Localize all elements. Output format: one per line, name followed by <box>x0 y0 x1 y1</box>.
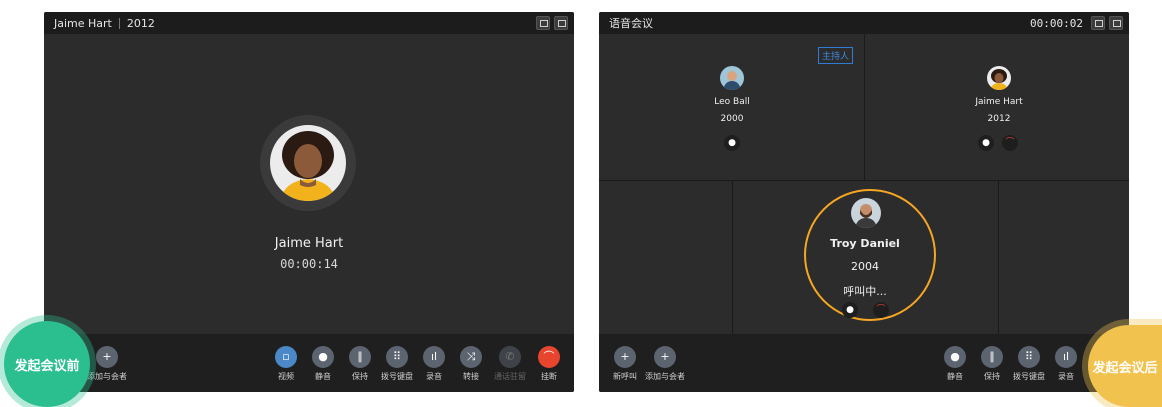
mute-button[interactable]: ● 静音 <box>935 346 975 382</box>
microphone-icon[interactable]: ● <box>978 135 994 151</box>
dialpad-icon: ⠿ <box>386 346 408 368</box>
tool-label: 添加与会者 <box>645 372 685 381</box>
participant-avatar <box>720 66 744 90</box>
waveform-icon: ıl <box>423 346 445 368</box>
participant-avatar <box>987 66 1011 90</box>
add-person-icon: + <box>654 346 676 368</box>
fullscreen-icon[interactable] <box>1109 16 1123 30</box>
call-toolbar: + 新呼叫 + 添加与会者 ● 静音 ∥ 保持 ⠿ 拨号键盘 ıl 录音 <box>599 334 1129 392</box>
title-bar: 语音会议 00:00:02 <box>599 12 1129 34</box>
mute-button[interactable]: ● 静音 <box>303 346 343 382</box>
dialpad-button[interactable]: ⠿ 拨号键盘 <box>1009 346 1049 382</box>
add-participant-button[interactable]: + 添加与会者 <box>645 346 685 382</box>
tool-label: 拨号键盘 <box>1013 372 1045 381</box>
tool-label: 录音 <box>1058 372 1074 381</box>
conference-window-after: 语音会议 00:00:02 主持人 Leo Ball 2000 ● Jaime … <box>599 12 1129 392</box>
pause-icon: ∥ <box>349 346 371 368</box>
grid-divider <box>998 180 999 334</box>
tool-label: 挂断 <box>541 372 557 381</box>
title-name: Jaime Hart <box>54 16 112 30</box>
plus-icon: + <box>614 346 636 368</box>
new-call-button[interactable]: + 新呼叫 <box>605 346 645 382</box>
tool-label: 保持 <box>984 372 1000 381</box>
call-toolbar: + 添加与会者 ▫ 视频 ● 静音 ∥ 保持 ⠿ 拨号键盘 ıl 录音 ⤨ 转接… <box>44 334 574 392</box>
conference-title: 语音会议 <box>609 17 653 30</box>
hang-up-icon: ⌒ <box>538 346 560 368</box>
microphone-icon: ● <box>944 346 966 368</box>
participant-extension: 2000 <box>720 114 744 124</box>
conference-timer: 00:00:02 <box>1030 16 1083 30</box>
hang-up-button[interactable]: ⌒ 挂断 <box>529 346 569 382</box>
waveform-icon: ıl <box>1055 346 1077 368</box>
tool-label: 视频 <box>278 372 294 381</box>
hang-up-icon[interactable]: ⌒ <box>1002 135 1018 151</box>
participant-extension: 2012 <box>987 114 1011 124</box>
participant-name: Troy Daniel <box>830 237 900 250</box>
tool-label: 静音 <box>947 372 963 381</box>
grid-divider <box>732 180 733 334</box>
title-extension: 2012 <box>126 16 155 30</box>
tool-label: 拨号键盘 <box>381 372 413 381</box>
transfer-icon: ⤨ <box>460 346 482 368</box>
microphone-icon[interactable]: ● <box>842 302 858 318</box>
tool-label: 录音 <box>426 372 442 381</box>
host-badge: 主持人 <box>818 47 854 64</box>
call-window-before: Jaime Hart 2012 Jaime Hart 00:00:14 + 添加… <box>44 12 574 392</box>
participant-name: Leo Ball <box>714 97 750 107</box>
after-conference-label: 发起会议后 <box>1088 325 1162 407</box>
video-button[interactable]: ▫ 视频 <box>266 346 306 382</box>
dialpad-icon: ⠿ <box>1018 346 1040 368</box>
minimize-window-icon[interactable] <box>1091 16 1105 30</box>
call-park-icon: ✆ <box>499 346 521 368</box>
call-duration: 00:00:14 <box>280 257 338 271</box>
transfer-button[interactable]: ⤨ 转接 <box>451 346 491 382</box>
caller-avatar <box>270 125 346 201</box>
title-bar: Jaime Hart 2012 <box>44 12 574 34</box>
video-off-icon: ▫ <box>275 346 297 368</box>
participant-extension: 2004 <box>851 260 879 273</box>
caller-name: Jaime Hart <box>274 236 344 251</box>
pause-icon: ∥ <box>981 346 1003 368</box>
tool-label: 新呼叫 <box>613 372 637 381</box>
add-person-icon: + <box>96 346 118 368</box>
microphone-icon[interactable]: ● <box>724 135 740 151</box>
tool-label: 保持 <box>352 372 368 381</box>
hold-button[interactable]: ∥ 保持 <box>972 346 1012 382</box>
call-park-button[interactable]: ✆ 通话驻留 <box>490 346 530 382</box>
hang-up-icon[interactable]: ⌒ <box>873 302 889 318</box>
tool-label: 通话驻留 <box>494 372 526 381</box>
microphone-icon: ● <box>312 346 334 368</box>
record-button[interactable]: ıl 录音 <box>1046 346 1086 382</box>
add-participant-button[interactable]: + 添加与会者 <box>87 346 127 382</box>
tool-label: 转接 <box>463 372 479 381</box>
participant-avatar <box>851 198 881 228</box>
hold-button[interactable]: ∥ 保持 <box>340 346 380 382</box>
minimize-window-icon[interactable] <box>536 16 550 30</box>
before-conference-label: 发起会议前 <box>4 321 90 407</box>
title-separator <box>118 17 120 29</box>
tool-label: 添加与会者 <box>87 372 127 381</box>
record-button[interactable]: ıl 录音 <box>414 346 454 382</box>
fullscreen-icon[interactable] <box>554 16 568 30</box>
participant-status: 呼叫中... <box>843 285 887 298</box>
tool-label: 静音 <box>315 372 331 381</box>
participant-name: Jaime Hart <box>975 97 1023 107</box>
grid-divider <box>599 180 1129 181</box>
dialpad-button[interactable]: ⠿ 拨号键盘 <box>377 346 417 382</box>
grid-divider <box>864 34 865 181</box>
